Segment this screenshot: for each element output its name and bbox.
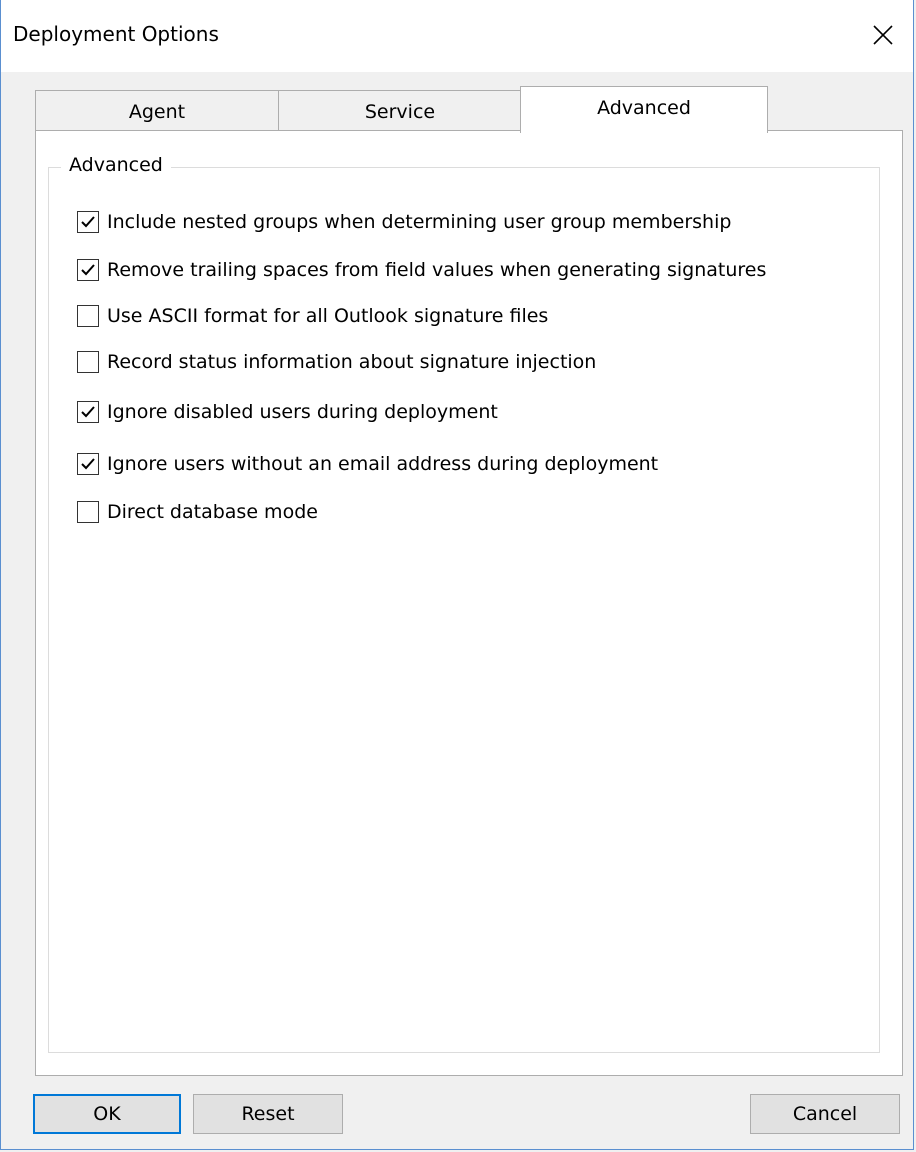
- option-label: Direct database mode: [107, 501, 318, 523]
- option-use-ascii-format[interactable]: Use ASCII format for all Outlook signatu…: [77, 302, 548, 330]
- checkmark-icon: [81, 406, 95, 418]
- tab-service-label: Service: [364, 100, 436, 123]
- tab-agent[interactable]: Agent: [35, 90, 279, 132]
- groupbox-legend: Advanced: [61, 154, 171, 176]
- checkbox-checked[interactable]: [77, 401, 99, 423]
- option-remove-trailing-spaces[interactable]: Remove trailing spaces from field values…: [77, 256, 766, 284]
- deployment-options-dialog: Deployment Options Agent Service Advance…: [0, 0, 914, 1150]
- title-bar: Deployment Options: [1, 0, 913, 72]
- tab-service[interactable]: Service: [278, 90, 522, 132]
- close-icon: [873, 25, 893, 45]
- tab-agent-label: Agent: [128, 100, 186, 123]
- checkbox-unchecked[interactable]: [77, 351, 99, 373]
- checkbox-checked[interactable]: [77, 211, 99, 233]
- tab-advanced-label: Advanced: [597, 97, 691, 119]
- option-label: Use ASCII format for all Outlook signatu…: [107, 305, 549, 327]
- option-direct-database-mode[interactable]: Direct database mode: [77, 498, 318, 526]
- checkmark-icon: [81, 216, 95, 228]
- option-include-nested-groups[interactable]: Include nested groups when determining u…: [77, 208, 731, 236]
- option-label: Remove trailing spaces from field values…: [107, 259, 767, 281]
- checkbox-unchecked[interactable]: [77, 305, 99, 327]
- reset-button[interactable]: Reset: [193, 1094, 343, 1134]
- checkbox-unchecked[interactable]: [77, 501, 99, 523]
- advanced-tab-panel: Advanced Include nested groups when dete…: [35, 130, 903, 1076]
- option-ignore-users-without-email[interactable]: Ignore users without an email address du…: [77, 450, 658, 478]
- dialog-title: Deployment Options: [13, 22, 219, 46]
- checkbox-checked[interactable]: [77, 259, 99, 281]
- tab-advanced[interactable]: Advanced: [520, 86, 768, 133]
- close-button[interactable]: [861, 14, 905, 56]
- option-label: Ignore users without an email address du…: [107, 453, 659, 475]
- option-label: Include nested groups when determining u…: [107, 211, 732, 233]
- checkmark-icon: [81, 264, 95, 276]
- option-label: Record status information about signatur…: [107, 351, 597, 373]
- checkbox-checked[interactable]: [77, 453, 99, 475]
- checkmark-icon: [81, 458, 95, 470]
- option-label: Ignore disabled users during deployment: [107, 401, 498, 423]
- advanced-groupbox: Advanced Include nested groups when dete…: [48, 154, 880, 1053]
- cancel-button[interactable]: Cancel: [750, 1094, 900, 1134]
- ok-button[interactable]: OK: [33, 1094, 181, 1134]
- option-ignore-disabled-users[interactable]: Ignore disabled users during deployment: [77, 398, 498, 426]
- option-record-status-information[interactable]: Record status information about signatur…: [77, 348, 596, 376]
